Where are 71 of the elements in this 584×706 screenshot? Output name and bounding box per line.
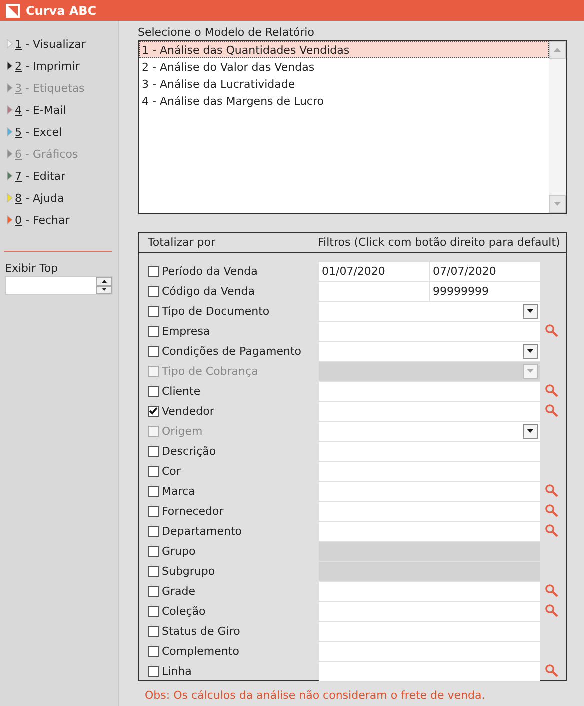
input-field[interactable] [319,462,540,480]
checkbox[interactable]: Cor [139,464,319,478]
checkbox[interactable]: Departamento [139,524,319,538]
input-field[interactable] [319,602,540,620]
input-field[interactable] [319,322,540,340]
checkbox[interactable]: Vendedor [139,404,319,418]
checkbox[interactable]: Complemento [139,644,319,658]
input-field[interactable] [319,662,540,680]
search-icon[interactable] [545,324,559,338]
column-header: Totalizar por [148,236,217,249]
search-icon[interactable] [545,524,559,538]
scrollbar[interactable] [549,41,566,213]
menu-item[interactable]: 0 - Fechar [0,209,118,231]
menu-item[interactable]: 8 - Ajuda [0,187,118,209]
list-label: Selecione o Modelo de Relatório [138,26,316,40]
from-field[interactable] [319,282,429,300]
window-title: Curva ABC [26,4,97,18]
input-field[interactable] [319,482,540,500]
spin-up-icon[interactable] [96,277,112,286]
field-label: Exibir Top [4,262,60,275]
scroll-down-icon[interactable] [554,202,561,206]
checkbox[interactable]: Coleção [139,604,319,618]
checkbox[interactable]: Período da Venda [139,264,319,278]
column-header: Filtros (Click com botão direito para default) [318,236,560,249]
input-field[interactable] [319,382,540,400]
checkbox[interactable]: Subgrupo [139,564,319,578]
input-field[interactable] [319,402,540,420]
input-field[interactable] [319,522,540,540]
note-text: Obs: Os cálculos da análise não consideram o frete de venda. [144,689,486,702]
menu-item[interactable]: 7 - Editar [0,165,118,187]
checkbox[interactable]: Tipo de Documento [139,304,319,318]
search-icon[interactable] [545,584,559,598]
input-field[interactable] [319,502,540,520]
checkbox[interactable]: Código da Venda [139,284,319,298]
input-field[interactable] [319,582,540,600]
menu-item[interactable]: 2 - Imprimir [0,55,118,77]
search-icon[interactable] [545,604,559,618]
menu-item[interactable]: 1 - Visualizar [0,33,118,55]
to-field[interactable]: 07/07/2020 [430,262,540,280]
menu-item[interactable]: 5 - Excel [0,121,118,143]
checkbox[interactable]: Fornecedor [139,504,319,518]
search-icon[interactable] [545,404,559,418]
search-icon[interactable] [545,384,559,398]
caret-icon[interactable] [527,309,534,313]
checkbox[interactable]: Condições de Pagamento [139,344,319,358]
input-field[interactable] [319,622,540,640]
scroll-up-icon[interactable] [554,48,561,52]
checkbox[interactable]: Empresa [139,324,319,338]
checkbox[interactable]: Grupo [139,544,319,558]
logo-icon [6,4,20,18]
input-field[interactable] [319,642,540,660]
search-icon[interactable] [545,504,559,518]
list-item[interactable]: 3 - Análise da Lucratividade [139,75,549,92]
list-item[interactable]: 2 - Análise do Valor das Vendas [139,58,549,75]
checkmark-icon [149,407,158,415]
list-item[interactable]: 4 - Análise das Margens de Lucro [139,92,549,109]
caret-icon[interactable] [527,349,534,353]
menu-item[interactable]: 4 - E-Mail [0,99,118,121]
checkbox[interactable]: Status de Giro [139,624,319,638]
spin-field[interactable] [5,276,113,295]
to-field[interactable]: 99999999 [430,282,540,300]
list-item[interactable]: 1 - Análise das Quantidades Vendidas [139,41,549,58]
checkbox[interactable]: Descrição [139,444,319,458]
checkbox[interactable]: Grade [139,584,319,598]
search-icon[interactable] [545,664,559,678]
checkbox[interactable]: Marca [139,484,319,498]
checkbox[interactable]: Cliente [139,384,319,398]
search-icon[interactable] [545,484,559,498]
from-field[interactable]: 01/07/2020 [319,262,429,280]
input-field[interactable] [319,442,540,460]
checkbox[interactable]: Linha [139,664,319,678]
